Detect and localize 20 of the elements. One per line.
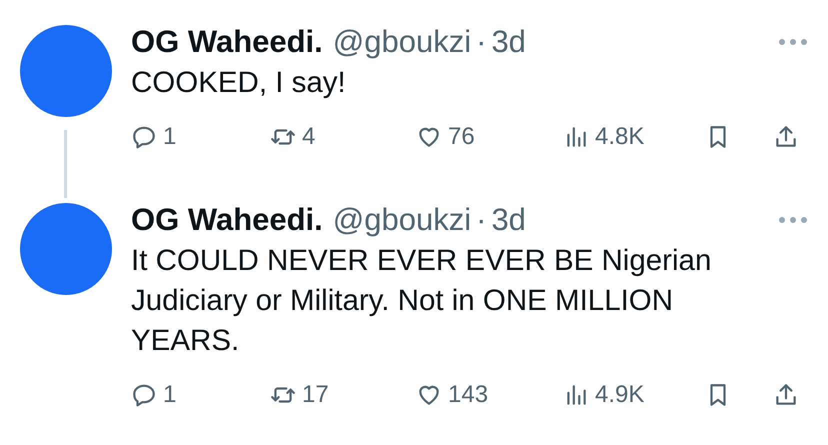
timestamp[interactable]: 3d xyxy=(491,25,526,59)
reply-icon[interactable] xyxy=(131,382,157,408)
reply-icon[interactable] xyxy=(131,124,157,150)
like-count: 143 xyxy=(448,380,488,410)
author-name[interactable]: OG Waheedi. xyxy=(131,25,323,59)
replie-count: 1 xyxy=(163,380,176,410)
like-count: 76 xyxy=(448,122,475,152)
separator: · xyxy=(476,25,486,59)
separator: · xyxy=(476,203,486,237)
timestamp[interactable]: 3d xyxy=(491,203,526,237)
author-name[interactable]: OG Waheedi. xyxy=(131,203,323,237)
view-count: 4.8K xyxy=(595,122,644,152)
author-handle[interactable]: @gboukzi xyxy=(332,203,472,237)
repost-count: 17 xyxy=(302,380,329,410)
tweet-text: COOKED, I say! xyxy=(131,65,347,101)
replie-count: 1 xyxy=(163,122,176,152)
tweet-text: It COULD NEVER EVER EVER BE Nigerian Judiciary or Military. Not in ONE MILLION YEARS. xyxy=(131,243,712,359)
author-handle[interactable]: @gboukzi xyxy=(332,25,472,59)
repost-count: 4 xyxy=(302,122,316,152)
view-count: 4.9K xyxy=(595,380,644,410)
